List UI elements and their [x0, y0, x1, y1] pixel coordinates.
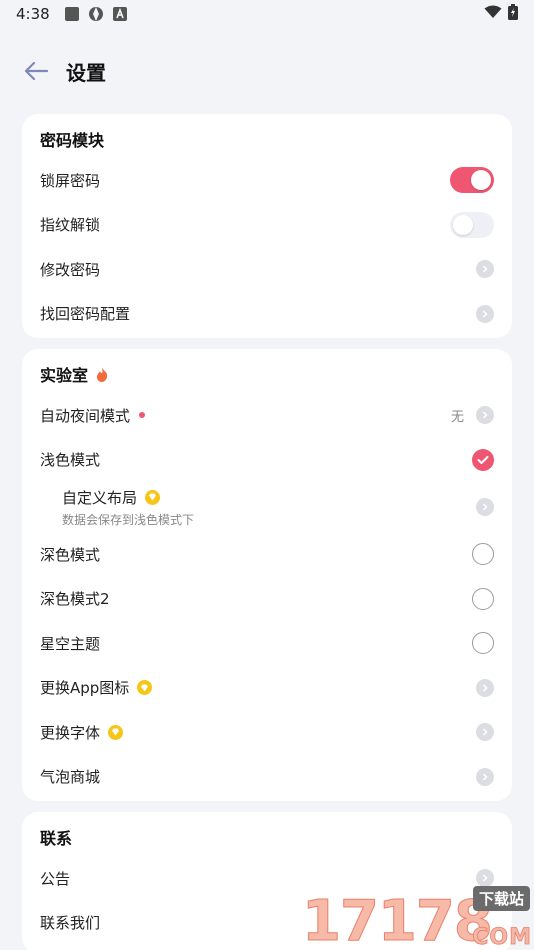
custom-layout-subtitle: 数据会保存到浅色模式下: [62, 512, 195, 527]
lab-title-text: 实验室: [40, 366, 89, 385]
chevron-right-icon: [476, 406, 494, 425]
chevron-right-icon: [476, 767, 494, 786]
light-mode-radio[interactable]: [472, 448, 494, 471]
chevron-right-icon: [476, 678, 494, 697]
vip-gem-icon: [145, 489, 161, 505]
chevron-right-icon: [476, 869, 494, 888]
section-title-lab: 实验室: [22, 355, 512, 393]
row-label: 自定义布局: [62, 488, 138, 507]
fire-icon: [96, 366, 108, 382]
arrow-left-icon: [24, 61, 49, 81]
change-password-row[interactable]: 修改密码: [22, 247, 512, 292]
row-label: 找回密码配置: [40, 305, 131, 324]
aperture-icon: [88, 6, 104, 22]
row-label: 更换字体: [40, 723, 101, 742]
lab-section: 实验室 自动夜间模式 无 浅色模式 自定义布局 数据会保存到浅色模式下 深色模式…: [22, 349, 512, 801]
lock-screen-toggle[interactable]: [450, 167, 494, 194]
status-bar: 4:38: [0, 0, 534, 28]
lock-screen-password-row[interactable]: 锁屏密码: [22, 158, 512, 203]
check-icon: [477, 455, 489, 464]
wifi-icon: [484, 5, 502, 23]
chevron-right-icon: [476, 304, 494, 323]
row-label: 更换App图标: [40, 679, 130, 698]
vip-gem-icon: [108, 724, 124, 740]
row-label: 浅色模式: [40, 451, 101, 470]
light-mode-row[interactable]: 浅色模式: [22, 438, 512, 483]
notification-square-icon: [64, 6, 80, 22]
back-button[interactable]: [20, 55, 52, 87]
new-dot-badge: [139, 412, 146, 419]
section-title-contact: 联系: [40, 829, 73, 848]
custom-layout-row[interactable]: 自定义布局 数据会保存到浅色模式下: [22, 482, 512, 532]
page-title: 设置: [66, 60, 106, 85]
change-font-row[interactable]: 更换字体: [22, 710, 512, 755]
row-label: 自动夜间模式: [40, 406, 131, 425]
row-label: 公告: [40, 869, 71, 888]
dark-mode-radio[interactable]: [472, 543, 494, 566]
fingerprint-toggle[interactable]: [450, 211, 494, 238]
chevron-right-icon: [476, 723, 494, 742]
row-label: 气泡商城: [40, 768, 101, 787]
chevron-right-icon: [476, 498, 494, 516]
row-label: 深色模式: [40, 545, 101, 564]
status-time: 4:38: [16, 5, 50, 23]
contact-us-row[interactable]: 联系我们: [22, 901, 512, 946]
bubble-store-row[interactable]: 气泡商城: [22, 755, 512, 800]
app-header: 设置: [0, 28, 534, 114]
change-app-icon-row[interactable]: 更换App图标: [22, 666, 512, 711]
row-label: 星空主题: [40, 634, 101, 653]
row-label: 指纹解锁: [40, 216, 101, 235]
starry-theme-row[interactable]: 星空主题: [22, 621, 512, 666]
vip-gem-icon: [137, 680, 153, 696]
chevron-right-icon: [476, 260, 494, 279]
dark-mode-row[interactable]: 深色模式: [22, 532, 512, 577]
auto-night-mode-row[interactable]: 自动夜间模式 无: [22, 393, 512, 438]
dark-mode2-radio[interactable]: [472, 587, 494, 610]
row-label: 联系我们: [40, 914, 101, 933]
section-title-password: 密码模块: [40, 131, 105, 150]
announcement-row[interactable]: 公告: [22, 856, 512, 901]
dark-mode2-row[interactable]: 深色模式2: [22, 577, 512, 622]
row-label: 锁屏密码: [40, 171, 101, 190]
recover-password-config-row[interactable]: 找回密码配置: [22, 292, 512, 337]
contact-section: 联系 公告 联系我们: [22, 812, 512, 950]
battery-icon: [508, 4, 518, 24]
starry-theme-radio[interactable]: [472, 632, 494, 655]
a-letter-icon: [112, 6, 128, 22]
password-section: 密码模块 锁屏密码 指纹解锁 修改密码 找回密码配置: [22, 114, 512, 338]
row-label: 修改密码: [40, 260, 101, 279]
auto-night-value: 无: [450, 409, 464, 425]
fingerprint-unlock-row[interactable]: 指纹解锁: [22, 203, 512, 248]
row-label: 深色模式2: [40, 590, 110, 609]
